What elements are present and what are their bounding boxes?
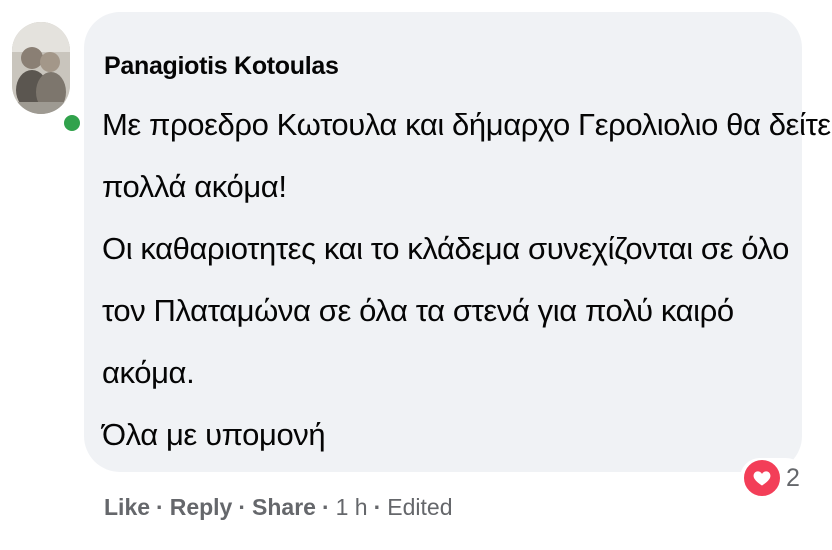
- comment-line: Όλα με υπομονή: [102, 417, 326, 452]
- edited-label[interactable]: Edited: [387, 494, 452, 521]
- comment-text: Με προεδρο Κωτουλα και δήμαρχο Γερολιολι…: [102, 94, 831, 466]
- comment: Panagiotis Kotoulas Με προεδρο Κωτουλα κ…: [0, 0, 832, 550]
- avatar[interactable]: [12, 22, 70, 114]
- reactions-summary[interactable]: 2: [740, 458, 806, 498]
- separator: ·: [238, 493, 247, 520]
- heart-icon: [753, 471, 771, 486]
- separator: ·: [321, 493, 330, 520]
- reaction-count: 2: [786, 463, 800, 492]
- comment-actions: Like · Reply · Share · 1 h · Edited: [104, 490, 453, 524]
- comment-line: πολλά ακόμα!: [102, 169, 287, 204]
- online-status-indicator: [61, 112, 83, 134]
- comment-line: τον Πλαταμώνα σε όλα τα στενά για πολύ κ…: [102, 293, 734, 328]
- comment-bubble: Panagiotis Kotoulas Με προεδρο Κωτουλα κ…: [84, 12, 831, 472]
- comment-line: ακόμα.: [102, 355, 195, 390]
- comment-line: Οι καθαριοτητες και το κλάδεμα συνεχίζον…: [102, 231, 789, 266]
- avatar-photo: [12, 22, 70, 114]
- comment-author[interactable]: Panagiotis Kotoulas: [104, 52, 339, 81]
- reply-button[interactable]: Reply: [170, 494, 233, 521]
- love-icon: [742, 458, 782, 498]
- separator: ·: [156, 493, 164, 520]
- author-avatar-wrapper[interactable]: [12, 22, 83, 134]
- share-button[interactable]: Share: [252, 494, 316, 521]
- separator: ·: [373, 493, 382, 520]
- comment-timestamp[interactable]: 1 h: [336, 494, 368, 521]
- comment-line: Με προεδρο Κωτουλα και δήμαρχο Γερολιολι…: [102, 107, 831, 142]
- like-button[interactable]: Like: [104, 494, 150, 521]
